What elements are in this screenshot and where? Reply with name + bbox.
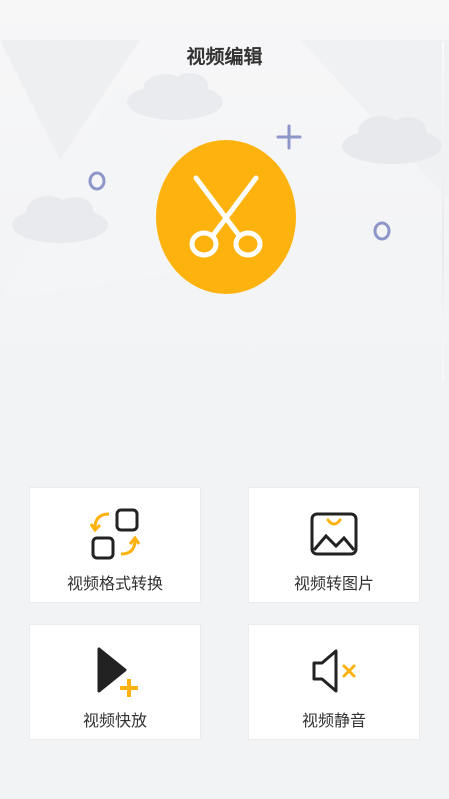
page-title: 视频编辑 [186,46,263,68]
card-mute[interactable]: 视频静音 [248,624,420,740]
card-video-to-image[interactable]: 视频转图片 [248,487,420,603]
ring-icon-right [373,221,391,241]
scissors-icon [189,175,263,258]
card-label-mute: 视频静音 [301,711,366,730]
cloud-top [127,73,223,120]
format-convert-icon [87,506,143,562]
card-fast-play[interactable]: 视频快放 [29,624,201,740]
plus-icon [276,124,302,150]
card-label-fast-play: 视频快放 [82,711,147,730]
card-format-convert[interactable]: 视频格式转换 [29,487,201,603]
image-icon [306,506,362,562]
edge-shade [442,42,444,382]
card-label-video-to-image: 视频转图片 [293,574,374,593]
card-label-format-convert: 视频格式转换 [66,574,163,593]
scissors-badge[interactable] [156,140,296,294]
mute-icon [306,643,362,699]
play-fast-icon [87,643,143,699]
hero-banner: 视频编辑 [0,0,449,400]
